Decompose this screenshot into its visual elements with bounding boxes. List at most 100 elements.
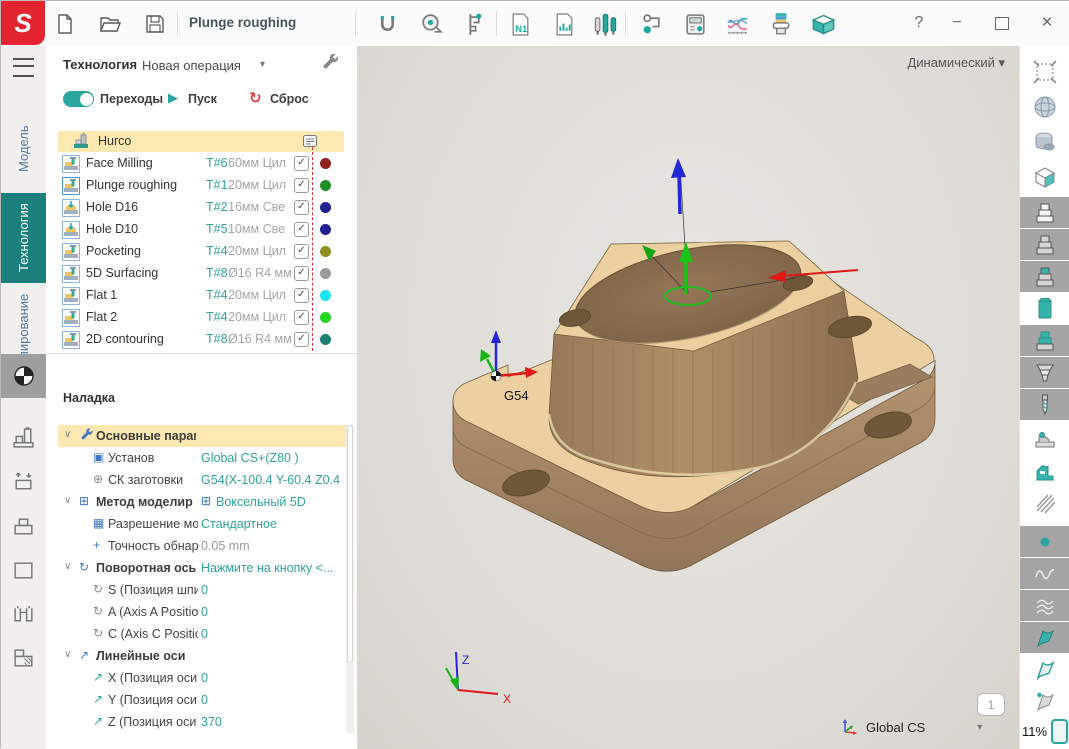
render-mode-button[interactable] bbox=[1020, 126, 1069, 158]
open-project-button[interactable] bbox=[96, 10, 124, 38]
feed-charts-button[interactable] bbox=[723, 10, 751, 38]
reset-button[interactable]: Сброс bbox=[270, 92, 309, 106]
show-stock-button[interactable] bbox=[1020, 229, 1069, 261]
operation-checkbox[interactable]: ✓ bbox=[294, 156, 309, 171]
settings-wrench-icon[interactable] bbox=[320, 52, 340, 72]
calculator-button[interactable] bbox=[681, 10, 709, 38]
param-value[interactable]: Воксельный 5D bbox=[216, 495, 359, 509]
param-row-setup[interactable]: ▣ Установ Global CS+(Z80 ) bbox=[46, 447, 346, 469]
sim-curve-button[interactable] bbox=[1020, 558, 1069, 590]
caliper-button[interactable] bbox=[459, 10, 487, 38]
close-button[interactable]: × bbox=[1034, 11, 1060, 35]
show-toolpath-button[interactable] bbox=[1020, 487, 1069, 519]
param-row-c-axis[interactable]: ↻ C (Axis C Positio 0 bbox=[46, 623, 346, 645]
param-row-x-axis[interactable]: ↗ X (Позиция оси 0 bbox=[46, 667, 346, 689]
param-group-rotary-axes[interactable]: ∨ ↻ Поворотная ось Нажмите на кнопку <..… bbox=[46, 557, 346, 579]
sim-flag-teal-button[interactable] bbox=[1020, 622, 1069, 654]
stock-box-button[interactable] bbox=[809, 10, 837, 38]
fixtures-button[interactable] bbox=[1, 594, 46, 634]
param-row-y-axis[interactable]: ↗ Y (Позиция оси 0 bbox=[46, 689, 346, 711]
help-button[interactable]: ? bbox=[906, 11, 932, 35]
workpiece-move-button[interactable] bbox=[1, 462, 46, 502]
param-group-linear-axes[interactable]: ∨ ↗ Линейные оси bbox=[46, 645, 346, 667]
param-value[interactable]: 0.05 mm bbox=[201, 539, 344, 553]
tool-stack-button[interactable] bbox=[767, 10, 795, 38]
machine-button[interactable] bbox=[1, 418, 46, 458]
stock-button[interactable] bbox=[1, 550, 46, 590]
tool-library-button[interactable] bbox=[591, 10, 619, 38]
param-value[interactable]: Нажмите на кнопку <... bbox=[201, 561, 344, 575]
new-document-button[interactable] bbox=[51, 10, 79, 38]
dropdown-arrow-icon[interactable]: ▾ bbox=[260, 59, 265, 70]
section-view-button[interactable] bbox=[1020, 161, 1069, 193]
workpiece-result-button[interactable] bbox=[1, 638, 46, 678]
chevron-down-icon[interactable]: ∨ bbox=[64, 649, 71, 660]
notes-icon[interactable] bbox=[301, 132, 319, 150]
param-group-main[interactable]: ∨ Основные парам bbox=[58, 425, 346, 447]
play-icon[interactable]: ▶ bbox=[168, 90, 178, 106]
show-machine-button[interactable] bbox=[1020, 455, 1069, 487]
nc-program-button[interactable]: N1 bbox=[506, 10, 534, 38]
main-menu-icon[interactable] bbox=[13, 58, 34, 77]
param-row-resolution[interactable]: ▦ Разрешение мо Стандартное bbox=[46, 513, 346, 535]
param-value[interactable]: Global CS+(Z80 ) bbox=[201, 451, 344, 465]
view-mode-dropdown[interactable]: Динамический ▾ bbox=[907, 55, 1005, 71]
shading-sphere-button[interactable] bbox=[1020, 91, 1069, 123]
save-button[interactable] bbox=[141, 10, 169, 38]
param-row-tolerance[interactable]: + Точность обнар 0.05 mm bbox=[46, 535, 346, 557]
operation-checkbox[interactable]: ✓ bbox=[294, 222, 309, 237]
sim-flag-marked-button[interactable] bbox=[1020, 686, 1069, 718]
operation-checkbox[interactable]: ✓ bbox=[294, 288, 309, 303]
tab-model[interactable]: Модель bbox=[1, 118, 46, 180]
param-row-a-axis[interactable]: ↻ A (Axis A Positio 0 bbox=[46, 601, 346, 623]
show-result-part-button[interactable] bbox=[1020, 325, 1069, 357]
report-button[interactable] bbox=[550, 10, 578, 38]
cs-selector-bar[interactable]: Global CS ▾ bbox=[840, 718, 982, 736]
show-inprocess-stock-button[interactable] bbox=[1020, 261, 1069, 293]
viewport-3d[interactable]: G54 Z X Динамический ▾ Global CS ▾ bbox=[358, 46, 1019, 749]
operation-checkbox[interactable]: ✓ bbox=[294, 244, 309, 259]
machine-row[interactable]: Hurco bbox=[58, 131, 344, 152]
snap-magnet-button[interactable] bbox=[373, 10, 401, 38]
operation-checkbox[interactable]: ✓ bbox=[294, 332, 309, 347]
chevron-down-icon[interactable]: ∨ bbox=[64, 429, 71, 440]
param-value[interactable]: 0 bbox=[201, 583, 344, 597]
chevron-down-icon[interactable]: ∨ bbox=[64, 561, 71, 572]
part-button[interactable] bbox=[1, 506, 46, 546]
param-value[interactable]: Стандартное bbox=[201, 517, 344, 531]
param-value[interactable]: G54(X-100.4 Y-60.4 Z0.4 bbox=[201, 473, 344, 487]
param-value[interactable]: 0 bbox=[201, 693, 344, 707]
chevron-down-icon[interactable]: ∨ bbox=[64, 495, 71, 506]
dropdown-arrow-icon[interactable]: ▾ bbox=[977, 722, 982, 733]
new-operation-dropdown[interactable]: Новая операция bbox=[142, 58, 241, 73]
param-value[interactable]: 0 bbox=[201, 671, 344, 685]
operation-checkbox[interactable]: ✓ bbox=[294, 266, 309, 281]
params-scrollbar[interactable] bbox=[346, 425, 354, 733]
param-value[interactable]: 0 bbox=[201, 605, 344, 619]
maximize-button[interactable] bbox=[989, 11, 1015, 35]
param-row-s-position[interactable]: ↻ S (Позиция шпи 0 bbox=[46, 579, 346, 601]
param-group-sim-method[interactable]: ∨ ⊞ Метод моделир ⊞ Воксельный 5D bbox=[46, 491, 346, 513]
operation-checkbox[interactable]: ✓ bbox=[294, 178, 309, 193]
tab-technology[interactable]: Технология bbox=[1, 193, 46, 283]
show-machined-stock-button-active[interactable] bbox=[1020, 293, 1069, 325]
zoom-extents-button[interactable] bbox=[1020, 56, 1069, 88]
param-value[interactable]: 0 bbox=[201, 627, 344, 641]
sim-point-button[interactable] bbox=[1020, 526, 1069, 558]
show-initial-stock-button[interactable] bbox=[1020, 197, 1069, 229]
show-fixtures-button[interactable] bbox=[1020, 423, 1069, 455]
workpiece-datum-button[interactable] bbox=[1, 354, 46, 398]
run-button[interactable]: Пуск bbox=[188, 92, 217, 106]
sim-surfaces-button[interactable] bbox=[1020, 590, 1069, 622]
minimize-button[interactable]: − bbox=[944, 11, 970, 35]
reset-icon[interactable]: ↻ bbox=[249, 89, 262, 107]
show-tool-button[interactable] bbox=[1020, 389, 1069, 421]
machining-sequence-button[interactable] bbox=[638, 10, 666, 38]
show-remaining-stock-button[interactable] bbox=[1020, 357, 1069, 389]
measure-tape-button[interactable] bbox=[417, 10, 445, 38]
param-value[interactable]: 370 bbox=[201, 715, 344, 729]
operation-checkbox[interactable]: ✓ bbox=[294, 200, 309, 215]
operation-checkbox[interactable]: ✓ bbox=[294, 310, 309, 325]
sim-flag-outline-button[interactable] bbox=[1020, 654, 1069, 686]
param-row-stock-cs[interactable]: ⊕ СК заготовки G54(X-100.4 Y-60.4 Z0.4 bbox=[46, 469, 346, 491]
